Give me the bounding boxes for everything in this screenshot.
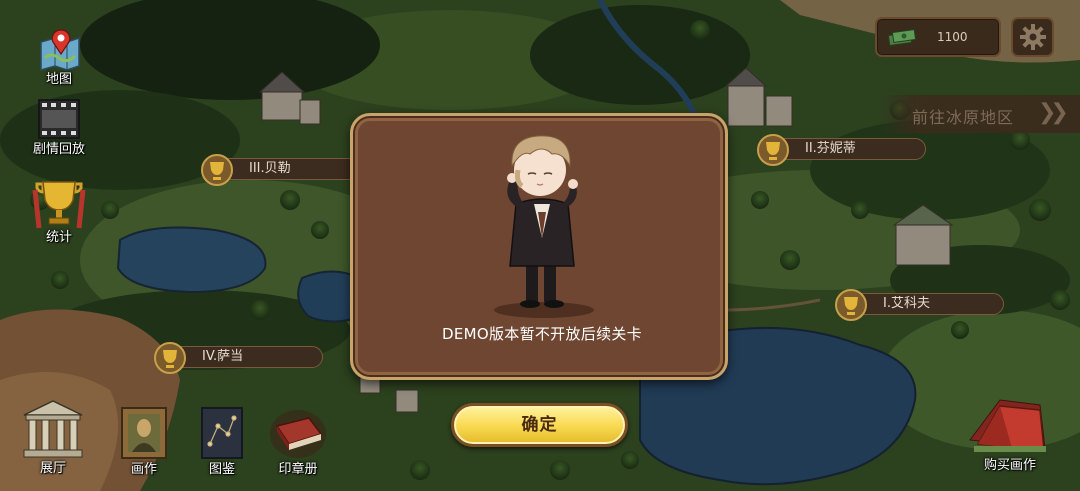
museum-icon	[23, 400, 83, 458]
tent-shop-icon	[974, 405, 1046, 452]
map-location-label: I.艾科夫	[883, 296, 930, 311]
bottom-nav-label: 展厅	[39, 461, 66, 476]
bottom-nav-label: 印章册	[278, 462, 318, 477]
sidebar-item-label: 统计	[45, 230, 72, 245]
currency-display: 1100	[875, 17, 1001, 57]
map-icon	[40, 29, 80, 71]
sidebar-item-label: 剧情回放	[32, 142, 85, 157]
red-book-icon	[270, 410, 326, 458]
sidebar-item-replay[interactable]: 剧情回放	[19, 96, 99, 157]
bottom-nav-label: 购买画作	[983, 458, 1036, 473]
confirm-button[interactable]: 确定	[451, 403, 628, 447]
trophy-badge-icon	[757, 134, 789, 166]
bottom-nav-label: 图鉴	[208, 462, 235, 477]
trophy-icon	[32, 181, 86, 229]
bottom-nav-hall[interactable]: 展厅	[13, 397, 93, 476]
map-location-label: III.贝勒	[249, 161, 291, 176]
sidebar-item-label: 地图	[45, 72, 72, 87]
bottom-nav-stamp-book[interactable]: 印章册	[258, 404, 338, 477]
film-icon	[38, 99, 80, 139]
gear-icon	[1020, 24, 1046, 50]
trophy-badge-icon	[154, 342, 186, 374]
settings-button[interactable]	[1011, 17, 1054, 57]
map-location-label: II.芬妮蒂	[805, 141, 856, 156]
painting-icon	[121, 407, 167, 459]
currency-value: 1100	[937, 30, 968, 44]
constellation-book-icon	[201, 407, 243, 459]
dialog-message: DEMO版本暂不开放后续关卡	[442, 325, 642, 343]
map-location-label: IV.萨当	[202, 349, 244, 364]
bottom-nav-label: 画作	[130, 462, 157, 477]
trophy-badge-icon	[201, 154, 233, 186]
character-portrait	[494, 135, 594, 318]
trophy-badge-icon	[835, 289, 867, 321]
sidebar-item-map[interactable]: 地图	[19, 28, 99, 87]
cash-icon	[887, 28, 917, 46]
notice-dialog: DEMO版本暂不开放后续关卡	[350, 113, 728, 380]
sidebar-item-stats[interactable]: 统计	[19, 178, 99, 245]
region-nav-button[interactable]: 前往冰原地区 ❯❯	[880, 95, 1080, 133]
double-chevron-right-icon: ❯❯	[1038, 100, 1069, 125]
bottom-nav-catalog[interactable]: 图鉴	[182, 404, 262, 477]
bottom-nav-buy-painting[interactable]: 购买画作	[970, 400, 1050, 473]
bottom-nav-painting[interactable]: 画作	[104, 404, 184, 477]
region-nav-label: 前往冰原地区	[912, 108, 1015, 127]
